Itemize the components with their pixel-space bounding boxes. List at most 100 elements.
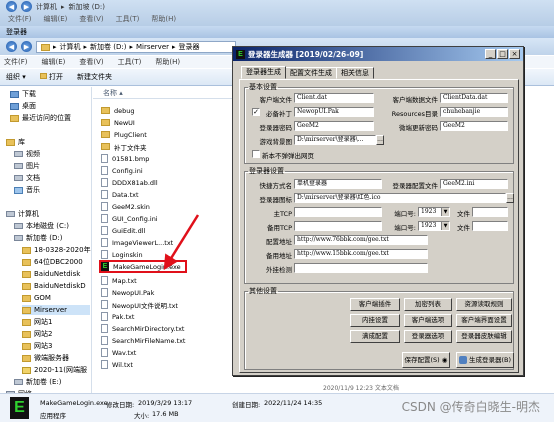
list-item[interactable]: DDDX81ab.dll xyxy=(101,177,158,188)
nav-item-folder[interactable]: 网站2 xyxy=(22,329,52,339)
nav-item-library[interactable]: 库 xyxy=(6,137,25,147)
tab-info[interactable]: 相关信息 xyxy=(336,67,374,79)
forward-icon[interactable]: ▶ xyxy=(21,41,32,52)
nav-item-folder[interactable]: 2020-11(网端服 xyxy=(22,365,87,375)
browse-background-button[interactable]: ... xyxy=(376,135,384,145)
breadcrumb-launcher[interactable]: 登录器 xyxy=(179,42,200,52)
launcher-options-button[interactable]: 登录器选项 xyxy=(404,330,452,343)
list-item[interactable]: debug xyxy=(101,105,135,116)
resources-input[interactable]: chuhebanjie xyxy=(440,107,508,117)
close-icon[interactable]: × xyxy=(509,49,520,59)
nav-item-folder[interactable]: 网站1 xyxy=(22,317,52,327)
backup-file-input[interactable] xyxy=(472,221,508,231)
patch-input[interactable]: NewopUI.Pak xyxy=(294,107,374,117)
list-item[interactable]: ImageViewerL...txt xyxy=(101,237,173,248)
list-item[interactable]: NewopUI.Pak xyxy=(101,287,154,298)
launcher-skin-button[interactable]: 登录器皮肤编辑 xyxy=(456,330,512,343)
address-bar[interactable]: ▸ 计算机 ▸ 新加卷 (D:) ▸ Mirserver ▸ 登录器 xyxy=(36,41,236,53)
forward-icon[interactable]: ▶ xyxy=(21,1,32,12)
organize-button[interactable]: 组织 ▾ xyxy=(6,72,26,82)
save-config-button[interactable]: 保存配置(S) ◉ xyxy=(402,352,450,368)
nav-item-music[interactable]: 音乐 xyxy=(14,185,40,195)
menu-view[interactable]: 查看(V) xyxy=(79,56,103,68)
config-address-input[interactable]: http://www.76bbk.com/gee.txt xyxy=(294,235,428,245)
menu-file[interactable]: 文件(F) xyxy=(4,56,28,68)
prev-menu-file[interactable]: 文件(F) xyxy=(8,14,32,24)
nav-item-documents[interactable]: 文档 xyxy=(14,173,40,183)
list-item[interactable]: Wil.txt xyxy=(101,359,133,370)
list-item[interactable]: 01581.bmp xyxy=(101,153,149,164)
open-button[interactable]: 打开 xyxy=(39,72,63,82)
list-item[interactable]: Map.txt xyxy=(101,275,137,286)
back-icon[interactable]: ◀ xyxy=(6,1,17,12)
client-data-input[interactable]: ClientData.dat xyxy=(440,93,508,103)
nav-item-drive-d[interactable]: 新加卷 (D:) xyxy=(14,233,62,243)
list-item[interactable]: Loginskin xyxy=(101,249,143,260)
inner-plugin-button[interactable]: 内挂设置 xyxy=(350,314,400,327)
breadcrumb-drive[interactable]: 新加卷 (D:) xyxy=(90,42,126,52)
menu-edit[interactable]: 编辑(E) xyxy=(42,56,66,68)
integrated-config-button[interactable]: 满成配置 xyxy=(350,330,400,343)
encrypt-list-button[interactable]: 加密列表 xyxy=(404,298,452,311)
list-item[interactable]: NewUI xyxy=(101,117,135,128)
client-plugin-button[interactable]: 客户端插件 xyxy=(350,298,400,311)
name-column-header[interactable]: 名称 ▴ xyxy=(93,87,238,99)
nav-item-pictures[interactable]: 图片 xyxy=(14,161,40,171)
background-input[interactable]: D:\mirserver\登录器\... xyxy=(294,135,376,145)
menu-tools[interactable]: 工具(T) xyxy=(118,56,142,68)
nav-item-folder[interactable]: 网站3 xyxy=(22,341,52,351)
new-folder-button[interactable]: 新建文件夹 xyxy=(77,72,112,82)
prev-menu-tools[interactable]: 工具(T) xyxy=(116,14,140,24)
nav-item-computer[interactable]: 计算机 xyxy=(6,209,39,219)
config-file-input[interactable]: GeeM2.ini xyxy=(440,179,508,189)
nav-item-drive-e[interactable]: 新加卷 (E:) xyxy=(14,377,61,387)
list-item[interactable]: Data.txt xyxy=(101,189,139,200)
list-item[interactable]: GUI_Config.ini xyxy=(101,213,158,224)
nav-item-folder[interactable]: 18-0328-2020年 xyxy=(22,245,91,255)
backup-port-input[interactable]: 1923 ▼ xyxy=(418,221,450,231)
login-password-input[interactable]: GeeM2 xyxy=(294,121,374,131)
nav-item-folder[interactable]: 微端服务器 xyxy=(22,353,69,363)
list-item[interactable]: SearchMirDirectory.txt xyxy=(101,323,184,334)
tab-generate[interactable]: 登录器生成 xyxy=(241,66,286,79)
prev-menu-edit[interactable]: 编辑(E) xyxy=(44,14,68,24)
list-item[interactable]: 补丁文件夹 xyxy=(101,141,147,152)
tab-config[interactable]: 配置文件生成 xyxy=(285,67,337,79)
chevron-down-icon[interactable]: ▼ xyxy=(441,222,449,230)
minimize-icon[interactable]: _ xyxy=(485,49,496,59)
icon-input[interactable]: D:\mirserver\登录器\红色.ico xyxy=(294,193,506,203)
nav-item-mirserver[interactable]: Mirserver xyxy=(22,305,90,315)
main-tcp-input[interactable] xyxy=(294,207,382,217)
prev-menu-help[interactable]: 帮助(H) xyxy=(151,14,176,24)
nav-item-folder[interactable]: 64位DBC2000 xyxy=(22,257,83,267)
main-file-input[interactable] xyxy=(472,207,508,217)
maximize-icon[interactable]: □ xyxy=(497,49,508,59)
browse-icon-button[interactable]: ... xyxy=(506,193,514,203)
back-icon[interactable]: ◀ xyxy=(6,41,17,52)
prev-breadcrumb-0[interactable]: 计算机 xyxy=(36,2,57,12)
list-item-makegamelogin[interactable]: E MakeGameLogin.exe xyxy=(99,260,187,273)
resource-rules-button[interactable]: 资源读取规则 xyxy=(456,298,512,311)
prev-menu-view[interactable]: 查看(V) xyxy=(79,14,103,24)
micro-password-input[interactable]: GeeM2 xyxy=(440,121,508,131)
breadcrumb-mirserver[interactable]: Mirserver xyxy=(136,43,169,51)
main-port-input[interactable]: 1923 ▼ xyxy=(418,207,450,217)
menu-help[interactable]: 帮助(H) xyxy=(155,56,180,68)
list-item[interactable]: PlugClient xyxy=(101,129,147,140)
nav-item-folder[interactable]: BaiduNetdisk xyxy=(22,269,80,279)
nav-item-desktop[interactable]: 桌面 xyxy=(10,101,36,111)
list-item[interactable]: Config.ini xyxy=(101,165,143,176)
chevron-down-icon[interactable]: ▼ xyxy=(441,208,449,216)
patch-checkbox[interactable]: ✓ xyxy=(252,108,260,116)
nav-item-folder[interactable]: GOM xyxy=(22,293,51,303)
list-item[interactable]: SearchMirFileName.txt xyxy=(101,335,185,346)
list-item[interactable]: NewopUI文件说明.txt xyxy=(101,299,178,310)
list-item[interactable]: Pak.txt xyxy=(101,311,134,322)
client-file-input[interactable]: Client.dat xyxy=(294,93,374,103)
nav-item-recent[interactable]: 最近访问的位置 xyxy=(10,113,71,123)
client-options-button[interactable]: 客户端选项 xyxy=(404,314,452,327)
list-item[interactable]: Wav.txt xyxy=(101,347,136,358)
list-item[interactable]: GeeM2.skin xyxy=(101,201,150,212)
list-item[interactable]: GuiEdit.dll xyxy=(101,225,145,236)
no-popup-checkbox[interactable] xyxy=(252,150,260,158)
